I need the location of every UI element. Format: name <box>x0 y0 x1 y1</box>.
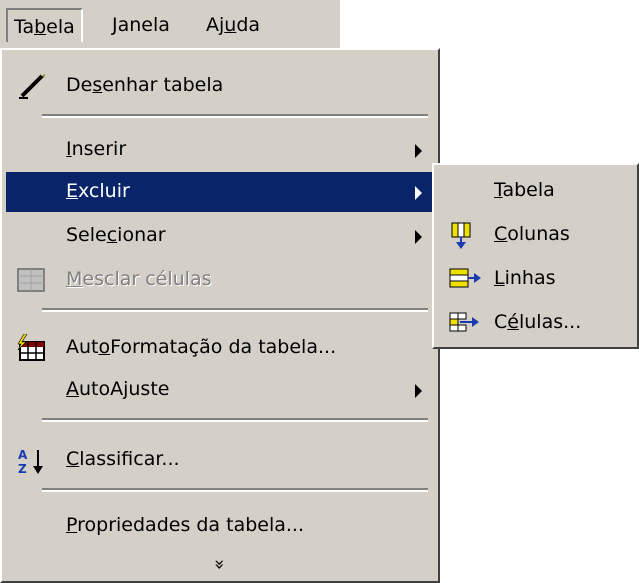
delete-rows-icon <box>448 265 482 293</box>
menu-separator <box>42 114 428 118</box>
menu-item-autofit[interactable]: AutoAjuste <box>6 370 434 410</box>
menu-separator <box>42 308 428 312</box>
menu-item-insert[interactable]: Inserir <box>6 130 434 170</box>
delete-cells-icon <box>448 309 482 337</box>
menu-item-sort[interactable]: A Z Classificar... <box>6 440 434 480</box>
tabela-dropdown-menu: Desenhar tabela Inserir Excluir Selecion… <box>0 48 440 583</box>
svg-text:A: A <box>18 448 28 462</box>
menu-item-merge-cells[interactable]: Mesclar células <box>6 260 434 300</box>
table-autoformat-icon <box>16 333 48 362</box>
submenu-arrow-icon <box>415 186 422 200</box>
menu-item-delete[interactable]: Excluir <box>6 172 434 212</box>
submenu-item-cells[interactable]: Células... <box>438 301 633 343</box>
menu-bar: Tabela Janela Ajuda <box>0 0 340 50</box>
menu-ajuda[interactable]: Ajuda <box>200 8 266 42</box>
submenu-arrow-icon <box>415 144 422 158</box>
menu-tabela[interactable]: Tabela <box>6 8 83 42</box>
pencil-icon <box>16 72 48 100</box>
menu-separator <box>42 418 428 422</box>
menu-item-properties[interactable]: Propriedades da tabela... <box>6 506 434 546</box>
delete-columns-icon <box>448 221 482 249</box>
submenu-item-table[interactable]: Tabela <box>438 169 633 211</box>
menu-item-autoformat[interactable]: AutoFormatação da tabela... <box>6 328 434 368</box>
submenu-item-rows[interactable]: Linhas <box>438 257 633 299</box>
sort-az-icon: A Z <box>16 446 48 476</box>
menu-separator <box>42 488 428 492</box>
menu-item-select[interactable]: Selecionar <box>6 216 434 256</box>
menu-item-draw-table[interactable]: Desenhar tabela <box>6 66 434 106</box>
submenu-item-columns[interactable]: Colunas <box>438 213 633 255</box>
submenu-arrow-icon <box>415 384 422 398</box>
excluir-submenu: Tabela Colunas Linhas Células... <box>432 163 639 349</box>
submenu-arrow-icon <box>415 230 422 244</box>
menu-janela[interactable]: Janela <box>106 8 176 42</box>
svg-text:Z: Z <box>18 462 27 476</box>
merge-cells-icon <box>16 266 48 294</box>
expand-menu-chevron-icon[interactable]: » <box>2 554 438 575</box>
